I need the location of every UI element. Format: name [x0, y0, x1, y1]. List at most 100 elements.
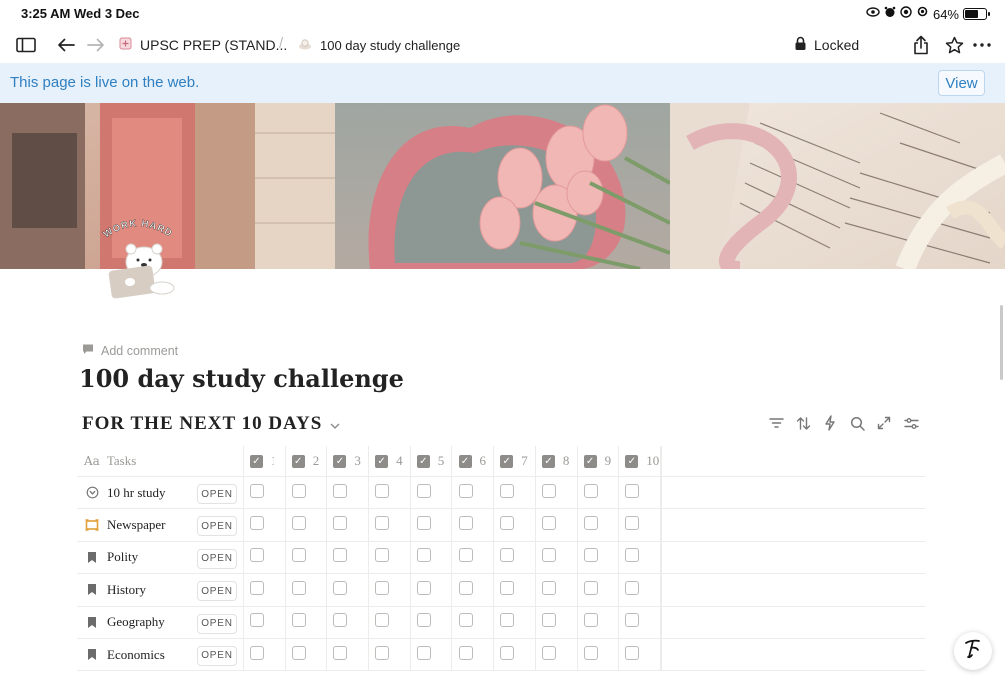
task-cell[interactable]: Economics OPEN	[77, 638, 244, 671]
checkbox[interactable]	[541, 645, 556, 660]
task-cell[interactable]: 10 hr study OPEN	[77, 477, 244, 509]
column-header-day-2[interactable]: ✓ 2	[286, 446, 328, 476]
checkbox[interactable]	[458, 516, 473, 531]
checkbox[interactable]	[375, 548, 390, 563]
page-title[interactable]: 100 day study challenge	[79, 364, 404, 393]
column-header-day-3[interactable]: ✓ 3	[327, 446, 370, 476]
star-icon[interactable]	[943, 34, 965, 56]
checkbox[interactable]	[375, 645, 390, 660]
column-header-day-4[interactable]: ✓ 4	[369, 446, 411, 476]
add-comment-button[interactable]: Add comment	[82, 343, 178, 358]
checkbox[interactable]	[541, 516, 556, 531]
forward-arrow-icon[interactable]	[85, 34, 107, 56]
more-options-icon[interactable]	[971, 34, 993, 56]
open-button[interactable]: OPEN	[197, 548, 237, 569]
checkbox[interactable]	[625, 516, 640, 531]
checkbox[interactable]	[500, 580, 515, 595]
sidebar-toggle-icon[interactable]	[14, 34, 38, 56]
open-button[interactable]: OPEN	[197, 581, 237, 602]
checkbox[interactable]	[333, 613, 348, 628]
pencil-scribble-button[interactable]	[954, 632, 992, 670]
task-cell[interactable]: Geography OPEN	[77, 606, 244, 638]
checkbox[interactable]	[250, 548, 264, 563]
checkbox[interactable]	[541, 580, 556, 595]
checkbox[interactable]	[291, 548, 306, 563]
column-header-day-6[interactable]: ✓ 6	[453, 446, 495, 476]
checkbox[interactable]	[416, 516, 431, 531]
scrollbar-thumb[interactable]	[1000, 305, 1003, 380]
column-header-day-8[interactable]: ✓ 8	[536, 446, 578, 476]
checkbox[interactable]	[625, 483, 640, 498]
checkbox[interactable]	[375, 516, 390, 531]
checkbox[interactable]	[500, 483, 515, 498]
open-button[interactable]: OPEN	[197, 613, 237, 634]
checkbox[interactable]	[333, 645, 348, 660]
checkbox[interactable]	[625, 548, 640, 563]
checkbox[interactable]	[416, 613, 431, 628]
checkbox[interactable]	[625, 613, 640, 628]
checkbox[interactable]	[458, 580, 473, 595]
open-button[interactable]: OPEN	[197, 484, 237, 504]
breadcrumb-workspace[interactable]: UPSC PREP (STAND...	[118, 36, 287, 54]
open-button[interactable]: OPEN	[197, 645, 237, 666]
checkbox[interactable]	[500, 548, 515, 563]
checkbox[interactable]	[541, 483, 556, 498]
checkbox[interactable]	[541, 548, 556, 563]
share-icon[interactable]	[910, 34, 932, 56]
checkbox[interactable]	[250, 483, 264, 498]
column-header-day-5[interactable]: ✓ 5	[411, 446, 453, 476]
checkbox[interactable]	[250, 645, 264, 660]
checkbox[interactable]	[625, 580, 640, 595]
checkbox[interactable]	[583, 548, 598, 563]
open-button[interactable]: OPEN	[197, 516, 237, 537]
database-view-title[interactable]: FOR THE NEXT 10 DAYS	[82, 413, 340, 435]
checkbox[interactable]	[583, 483, 598, 498]
column-header-tasks[interactable]: Aa Tasks	[77, 446, 244, 476]
checkbox[interactable]	[583, 580, 598, 595]
search-icon[interactable]	[848, 414, 866, 432]
column-header-day-10[interactable]: ✓ 10	[619, 446, 661, 476]
checkbox[interactable]	[250, 613, 264, 628]
checkbox[interactable]	[375, 483, 390, 498]
sort-icon[interactable]	[794, 414, 812, 432]
filter-icon[interactable]	[767, 414, 785, 432]
task-cell[interactable]: History OPEN	[77, 574, 244, 606]
back-arrow-icon[interactable]	[55, 34, 77, 56]
checkbox[interactable]	[333, 483, 348, 498]
settings-sliders-icon[interactable]	[902, 414, 920, 432]
page-icon-sticker[interactable]: WORK HARD	[100, 218, 186, 304]
checkbox[interactable]	[500, 645, 515, 660]
checkbox[interactable]	[291, 645, 306, 660]
checkbox[interactable]	[333, 580, 348, 595]
checkbox[interactable]	[500, 516, 515, 531]
checkbox[interactable]	[583, 645, 598, 660]
view-button[interactable]: View	[938, 70, 985, 96]
checkbox[interactable]	[541, 613, 556, 628]
checkbox[interactable]	[583, 613, 598, 628]
automation-lightning-icon[interactable]	[821, 414, 839, 432]
checkbox[interactable]	[583, 516, 598, 531]
checkbox[interactable]	[500, 613, 515, 628]
checkbox[interactable]	[291, 483, 306, 498]
checkbox[interactable]	[291, 580, 306, 595]
checkbox[interactable]	[416, 548, 431, 563]
column-header-day-7[interactable]: ✓ 7	[494, 446, 536, 476]
checkbox[interactable]	[375, 613, 390, 628]
checkbox[interactable]	[458, 613, 473, 628]
checkbox[interactable]	[416, 580, 431, 595]
expand-icon[interactable]	[875, 414, 893, 432]
task-cell[interactable]: Polity OPEN	[77, 541, 244, 574]
breadcrumb-page[interactable]: 100 day study challenge	[298, 37, 460, 53]
column-header-day-9[interactable]: ✓ 9	[578, 446, 620, 476]
locked-indicator[interactable]: Locked	[794, 36, 859, 54]
checkbox[interactable]	[416, 645, 431, 660]
checkbox[interactable]	[458, 483, 473, 498]
checkbox[interactable]	[458, 645, 473, 660]
checkbox[interactable]	[375, 580, 390, 595]
checkbox[interactable]	[416, 483, 431, 498]
checkbox[interactable]	[625, 645, 640, 660]
checkbox[interactable]	[250, 516, 264, 531]
task-cell[interactable]: Newspaper OPEN	[77, 509, 244, 541]
checkbox[interactable]	[333, 516, 348, 531]
checkbox[interactable]	[250, 580, 264, 595]
